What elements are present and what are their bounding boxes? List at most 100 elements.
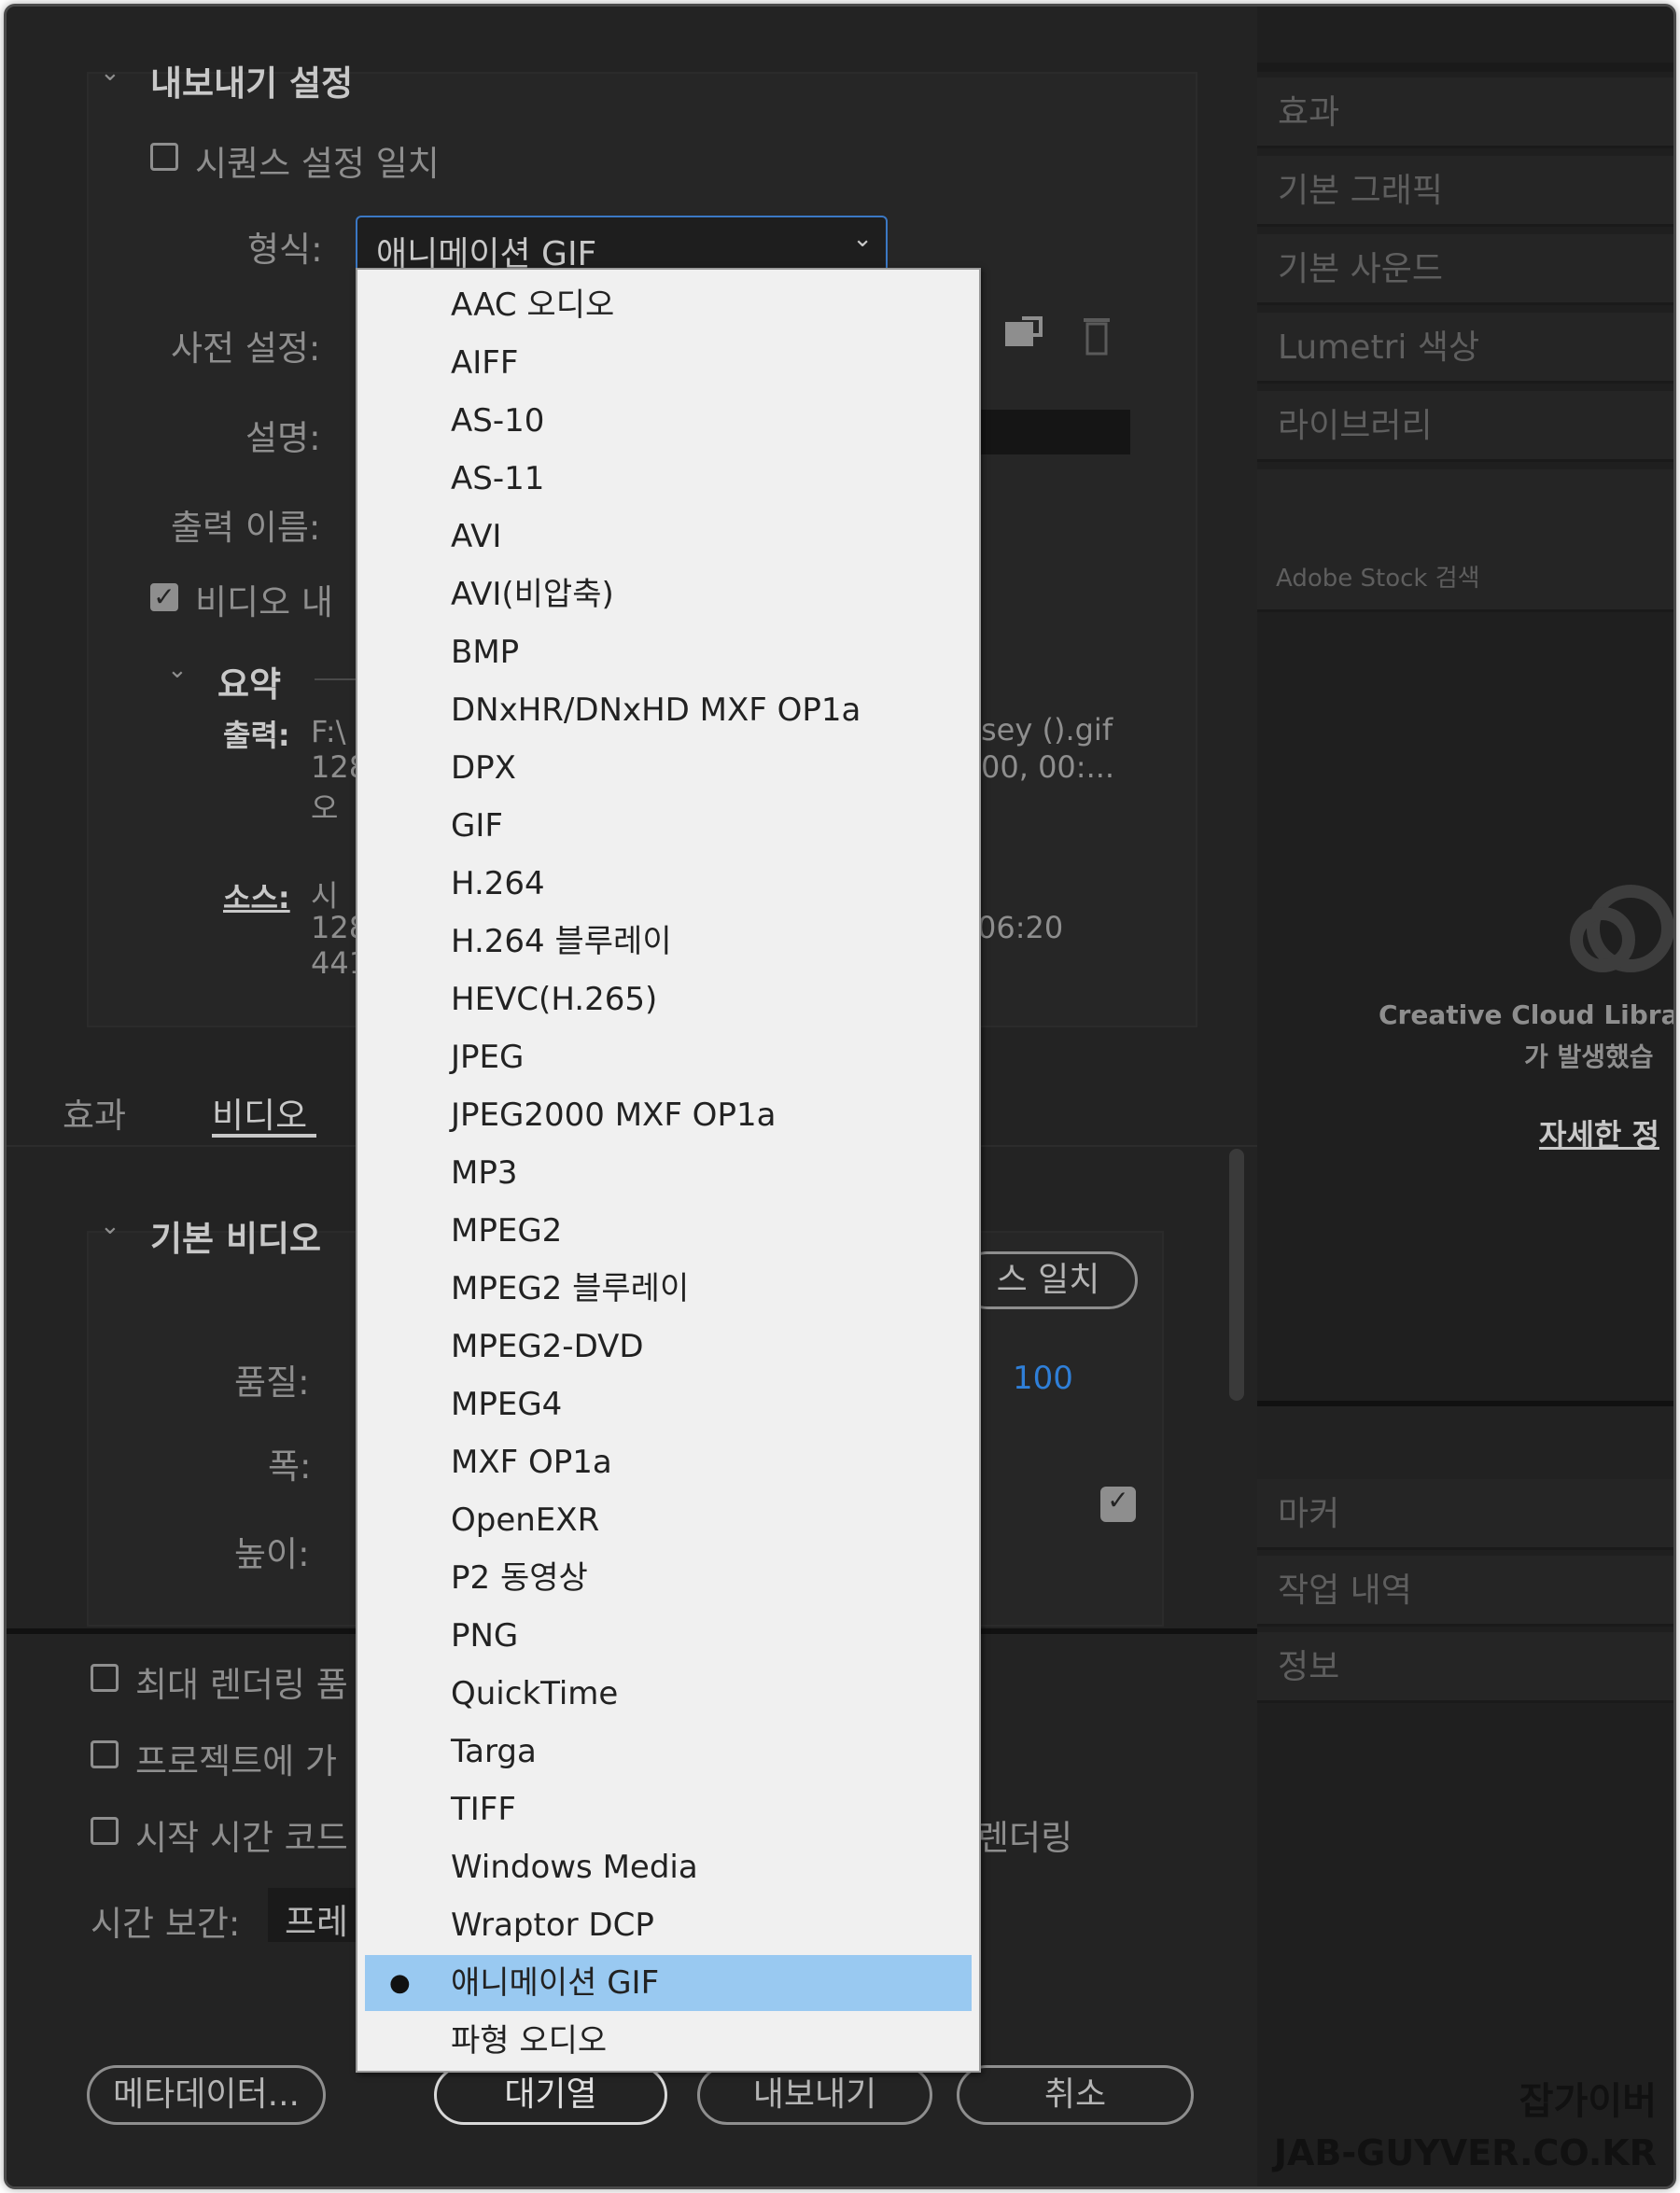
format-option[interactable]: MPEG2 (357, 1203, 979, 1259)
tab-effects[interactable]: 효과 (63, 1087, 126, 1138)
watermark-korean: 잡가이버 (1519, 2080, 1657, 2123)
format-option[interactable]: AS-10 (357, 393, 979, 449)
source-summary-label: 소스: (223, 880, 290, 915)
format-option[interactable]: DPX (357, 740, 979, 796)
format-option-label: HEVC(H.265) (451, 981, 658, 1018)
panel-history[interactable]: 작업 내역 (1257, 1556, 1673, 1627)
panel-markers[interactable]: 마커 (1257, 1479, 1673, 1550)
queue-button[interactable]: 대기열 (434, 2065, 667, 2125)
panel-essential-sound[interactable]: 기본 사운드 (1257, 234, 1673, 305)
chevron-down-icon[interactable]: ⌄ (100, 59, 120, 87)
format-option[interactable]: P2 동영상 (357, 1550, 979, 1606)
cancel-button[interactable]: 취소 (957, 2065, 1194, 2125)
add-to-project-checkbox[interactable] (91, 1740, 119, 1768)
format-option[interactable]: 파형 오디오 (357, 2013, 979, 2069)
library-dropdown-area (1257, 469, 1673, 544)
format-option[interactable]: H.264 (357, 856, 979, 912)
panel-info[interactable]: 정보 (1257, 1632, 1673, 1703)
max-render-quality-checkbox[interactable] (91, 1664, 119, 1692)
description-field[interactable] (981, 410, 1130, 454)
format-option[interactable]: TIFF (357, 1781, 979, 1837)
format-option-label: MPEG4 (451, 1386, 563, 1423)
format-option[interactable]: AS-11 (357, 451, 979, 507)
start-timecode-label: 시작 시간 코드 (135, 1818, 348, 1858)
format-label: 형식: (247, 230, 323, 270)
max-render-quality-label: 최대 렌더링 품 (135, 1665, 348, 1705)
format-option[interactable]: JPEG (357, 1029, 979, 1085)
export-settings-window: ⌄ 내보내기 설정 시퀀스 설정 일치 형식: 애니메이션 GIF ⌄ 사전 설… (4, 4, 1676, 2189)
format-option[interactable]: BMP (357, 624, 979, 680)
panel-essential-graphics[interactable]: 기본 그래픽 (1257, 156, 1673, 227)
width-label: 폭: (268, 1446, 312, 1487)
format-dropdown-list: AAC 오디오 AIFF AS-10 AS-11 AVI AVI(비압축) BMP DNxHR… (356, 268, 981, 2073)
export-button[interactable]: 내보내기 (697, 2065, 932, 2125)
start-timecode-checkbox[interactable] (91, 1817, 119, 1845)
output-summary-line1-right: sey ().gif (981, 712, 1113, 747)
chevron-down-icon[interactable]: ⌄ (100, 1212, 120, 1240)
panel-lumetri-color[interactable]: Lumetri 색상 (1257, 313, 1673, 384)
cc-error-line1: Creative Cloud Libraries (1379, 999, 1673, 1030)
basic-video-title: 기본 비디오 (150, 1219, 322, 1259)
format-option[interactable]: AIFF (357, 335, 979, 391)
metadata-button[interactable]: 메타데이터... (87, 2065, 326, 2125)
format-option-label: JPEG (451, 1039, 525, 1076)
format-option[interactable]: QuickTime (357, 1666, 979, 1722)
format-option[interactable]: Targa (357, 1724, 979, 1780)
match-sequence-label: 시퀀스 설정 일치 (195, 144, 440, 184)
quality-value[interactable]: 100 (1013, 1360, 1073, 1397)
format-option-label: DPX (451, 749, 516, 787)
trash-icon[interactable] (1080, 313, 1113, 357)
format-option[interactable]: AVI(비압축) (357, 566, 979, 622)
format-option-label: AVI (451, 518, 502, 555)
match-sequence-checkbox[interactable] (150, 143, 178, 171)
preset-label: 사전 설정: (171, 328, 321, 369)
format-option[interactable]: HEVC(H.265) (357, 971, 979, 1027)
format-option-label: Wraptor DCP (451, 1907, 654, 1944)
tab-video[interactable]: 비디오 (212, 1087, 307, 1138)
right-side-panels: 효과 기본 그래픽 기본 사운드 Lumetri 색상 라이브러리 Adobe … (1257, 7, 1673, 2186)
render-alpha-label: 렌더링 (977, 1818, 1073, 1858)
time-interpolation-select[interactable]: 프레 (268, 1888, 361, 1942)
format-option[interactable]: GIF (357, 798, 979, 854)
format-option[interactable]: PNG (357, 1608, 979, 1664)
source-summary-line2-right: 06:20 (977, 910, 1064, 945)
add-to-project-label: 프로젝트에 가 (135, 1741, 338, 1781)
format-option[interactable]: MPEG2-DVD (357, 1319, 979, 1375)
chevron-down-icon: ⌄ (852, 225, 873, 253)
format-option-label: GIF (451, 807, 503, 845)
format-option-label: TIFF (451, 1791, 516, 1828)
panel-effects[interactable]: 효과 (1257, 77, 1673, 148)
format-option[interactable]: JPEG2000 MXF OP1a (357, 1087, 979, 1143)
panel-libraries[interactable]: 라이브러리 (1257, 391, 1673, 462)
format-option[interactable]: AVI (357, 509, 979, 565)
aspect-lock-checkbox[interactable] (1100, 1487, 1136, 1522)
format-option[interactable]: OpenEXR (357, 1492, 979, 1548)
format-option-label: JPEG2000 MXF OP1a (451, 1096, 777, 1134)
format-option-label: MPEG2 블루레이 (451, 1270, 690, 1307)
selected-bullet-icon: ● (389, 1969, 411, 1997)
format-option-label: 파형 오디오 (451, 2022, 608, 2060)
format-option[interactable]: ● 애니메이션 GIF (365, 1955, 972, 2011)
format-option-label: QuickTime (451, 1675, 619, 1712)
more-info-link[interactable]: 자세한 정 (1539, 1111, 1659, 1154)
format-option[interactable]: MP3 (357, 1145, 979, 1201)
match-source-button[interactable]: 스 일치 (959, 1251, 1138, 1309)
settings-scrollbar[interactable] (1229, 1149, 1244, 1401)
format-option[interactable]: AAC 오디오 (357, 277, 979, 333)
format-option[interactable]: MPEG4 (357, 1376, 979, 1432)
stock-search-bar[interactable]: Adobe Stock 검색 (1257, 544, 1673, 612)
format-option[interactable]: MXF OP1a (357, 1434, 979, 1490)
chevron-down-icon[interactable]: ⌄ (167, 656, 188, 684)
export-video-checkbox[interactable] (150, 583, 178, 611)
format-option[interactable]: DNxHR/DNxHD MXF OP1a (357, 682, 979, 738)
format-option-label: PNG (451, 1617, 519, 1655)
format-option-label: AIFF (451, 344, 519, 382)
format-option[interactable]: MPEG2 블루레이 (357, 1261, 979, 1317)
format-option[interactable]: H.264 블루레이 (357, 914, 979, 970)
format-option[interactable]: Wraptor DCP (357, 1897, 979, 1953)
format-option-label: 애니메이션 GIF (451, 1964, 660, 2002)
cc-error-line2: 가 발생했습 (1524, 1041, 1654, 1072)
import-preset-icon[interactable] (1001, 314, 1044, 352)
section-title-export-settings: 내보내기 설정 (150, 63, 354, 104)
format-option[interactable]: Windows Media (357, 1839, 979, 1895)
